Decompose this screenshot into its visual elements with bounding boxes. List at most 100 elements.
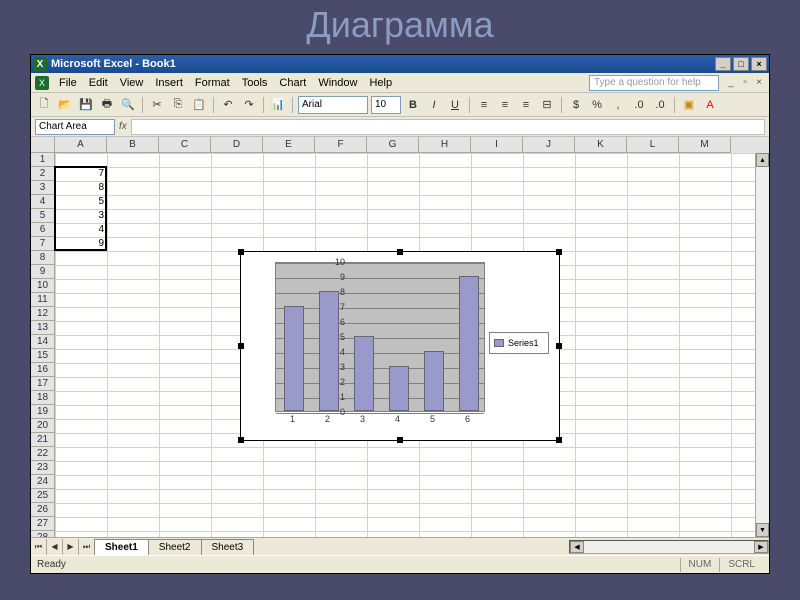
row-header[interactable]: 23 bbox=[31, 461, 55, 475]
select-all-corner[interactable] bbox=[31, 137, 55, 153]
print-icon[interactable]: 🖶 bbox=[98, 96, 116, 114]
chart-bar[interactable] bbox=[284, 306, 304, 411]
menu-chart[interactable]: Chart bbox=[273, 75, 312, 91]
column-header[interactable]: F bbox=[315, 137, 367, 153]
resize-handle[interactable] bbox=[556, 249, 562, 255]
row-header[interactable]: 22 bbox=[31, 447, 55, 461]
align-left-icon[interactable]: ≡ bbox=[475, 96, 493, 114]
preview-icon[interactable]: 🔍 bbox=[119, 96, 137, 114]
percent-icon[interactable]: % bbox=[588, 96, 606, 114]
scroll-right-icon[interactable]: ▶ bbox=[754, 541, 768, 553]
tab-next-icon[interactable]: ▶ bbox=[63, 539, 79, 555]
fx-icon[interactable]: fx bbox=[119, 121, 127, 132]
open-icon[interactable]: 📂 bbox=[56, 96, 74, 114]
column-header[interactable]: H bbox=[419, 137, 471, 153]
scroll-left-icon[interactable]: ◀ bbox=[570, 541, 584, 553]
menu-view[interactable]: View bbox=[114, 75, 150, 91]
row-header[interactable]: 28 bbox=[31, 531, 55, 537]
row-header[interactable]: 21 bbox=[31, 433, 55, 447]
chart-bar[interactable] bbox=[459, 276, 479, 411]
column-header[interactable]: D bbox=[211, 137, 263, 153]
scroll-up-icon[interactable]: ▲ bbox=[756, 153, 769, 167]
doc-minimize-button[interactable]: _ bbox=[725, 77, 737, 89]
merge-icon[interactable]: ⊟ bbox=[538, 96, 556, 114]
row-header[interactable]: 16 bbox=[31, 363, 55, 377]
sheet-tab-sheet3[interactable]: Sheet3 bbox=[201, 539, 255, 555]
row-header[interactable]: 2 bbox=[31, 167, 55, 181]
chart-legend[interactable]: Series1 bbox=[489, 332, 549, 354]
resize-handle[interactable] bbox=[397, 249, 403, 255]
align-center-icon[interactable]: ≡ bbox=[496, 96, 514, 114]
menu-window[interactable]: Window bbox=[312, 75, 363, 91]
column-header[interactable]: I bbox=[471, 137, 523, 153]
row-header[interactable]: 15 bbox=[31, 349, 55, 363]
name-box[interactable]: Chart Area bbox=[35, 119, 115, 135]
row-header[interactable]: 6 bbox=[31, 223, 55, 237]
column-header[interactable]: A bbox=[55, 137, 107, 153]
tab-last-icon[interactable]: ⏭ bbox=[79, 539, 95, 555]
horizontal-scrollbar[interactable]: ◀ ▶ bbox=[569, 540, 769, 554]
row-header[interactable]: 14 bbox=[31, 335, 55, 349]
chart-bar[interactable] bbox=[354, 336, 374, 411]
cut-icon[interactable]: ✂ bbox=[148, 96, 166, 114]
row-header[interactable]: 18 bbox=[31, 391, 55, 405]
row-header[interactable]: 3 bbox=[31, 181, 55, 195]
column-header[interactable]: B bbox=[107, 137, 159, 153]
sheet-tab-sheet2[interactable]: Sheet2 bbox=[148, 539, 202, 555]
column-header[interactable]: G bbox=[367, 137, 419, 153]
row-header[interactable]: 10 bbox=[31, 279, 55, 293]
column-header[interactable]: E bbox=[263, 137, 315, 153]
resize-handle[interactable] bbox=[556, 343, 562, 349]
align-right-icon[interactable]: ≡ bbox=[517, 96, 535, 114]
italic-icon[interactable]: I bbox=[425, 96, 443, 114]
scroll-down-icon[interactable]: ▼ bbox=[756, 523, 769, 537]
redo-icon[interactable]: ↷ bbox=[240, 96, 258, 114]
comma-icon[interactable]: , bbox=[609, 96, 627, 114]
currency-icon[interactable]: $ bbox=[567, 96, 585, 114]
doc-restore-button[interactable]: ▫ bbox=[739, 77, 751, 89]
decrease-decimal-icon[interactable]: .0 bbox=[651, 96, 669, 114]
cell-A4[interactable]: 5 bbox=[55, 195, 107, 209]
font-color-icon[interactable]: A bbox=[701, 96, 719, 114]
resize-handle[interactable] bbox=[238, 343, 244, 349]
row-header[interactable]: 26 bbox=[31, 503, 55, 517]
underline-icon[interactable]: U bbox=[446, 96, 464, 114]
cells-grid[interactable]: Series1 012345678910123456 785349 bbox=[55, 153, 769, 537]
menu-help[interactable]: Help bbox=[363, 75, 398, 91]
row-header[interactable]: 9 bbox=[31, 265, 55, 279]
menu-insert[interactable]: Insert bbox=[149, 75, 189, 91]
help-search-input[interactable]: Type a question for help bbox=[589, 75, 719, 91]
menu-format[interactable]: Format bbox=[189, 75, 236, 91]
column-header[interactable]: C bbox=[159, 137, 211, 153]
sheet-tab-sheet1[interactable]: Sheet1 bbox=[94, 539, 149, 555]
maximize-button[interactable]: □ bbox=[733, 57, 749, 71]
column-header[interactable]: M bbox=[679, 137, 731, 153]
close-button[interactable]: × bbox=[751, 57, 767, 71]
row-header[interactable]: 1 bbox=[31, 153, 55, 167]
plot-area[interactable] bbox=[275, 262, 485, 412]
vertical-scrollbar[interactable]: ▲ ▼ bbox=[755, 153, 769, 537]
row-header[interactable]: 25 bbox=[31, 489, 55, 503]
row-header[interactable]: 12 bbox=[31, 307, 55, 321]
row-header[interactable]: 7 bbox=[31, 237, 55, 251]
chart-wizard-icon[interactable]: 📊 bbox=[269, 96, 287, 114]
row-header[interactable]: 5 bbox=[31, 209, 55, 223]
row-header[interactable]: 20 bbox=[31, 419, 55, 433]
chart-bar[interactable] bbox=[424, 351, 444, 411]
formula-input[interactable] bbox=[131, 119, 765, 135]
row-header[interactable]: 17 bbox=[31, 377, 55, 391]
row-header[interactable]: 27 bbox=[31, 517, 55, 531]
resize-handle[interactable] bbox=[238, 249, 244, 255]
resize-handle[interactable] bbox=[556, 437, 562, 443]
copy-icon[interactable]: ⎘ bbox=[169, 96, 187, 114]
column-header[interactable]: J bbox=[523, 137, 575, 153]
font-size-select[interactable]: 10 bbox=[371, 96, 401, 114]
column-header[interactable]: K bbox=[575, 137, 627, 153]
fill-color-icon[interactable]: ▣ bbox=[680, 96, 698, 114]
font-name-select[interactable]: Arial bbox=[298, 96, 368, 114]
row-header[interactable]: 19 bbox=[31, 405, 55, 419]
row-header[interactable]: 11 bbox=[31, 293, 55, 307]
row-header[interactable]: 13 bbox=[31, 321, 55, 335]
save-icon[interactable]: 💾 bbox=[77, 96, 95, 114]
paste-icon[interactable]: 📋 bbox=[190, 96, 208, 114]
